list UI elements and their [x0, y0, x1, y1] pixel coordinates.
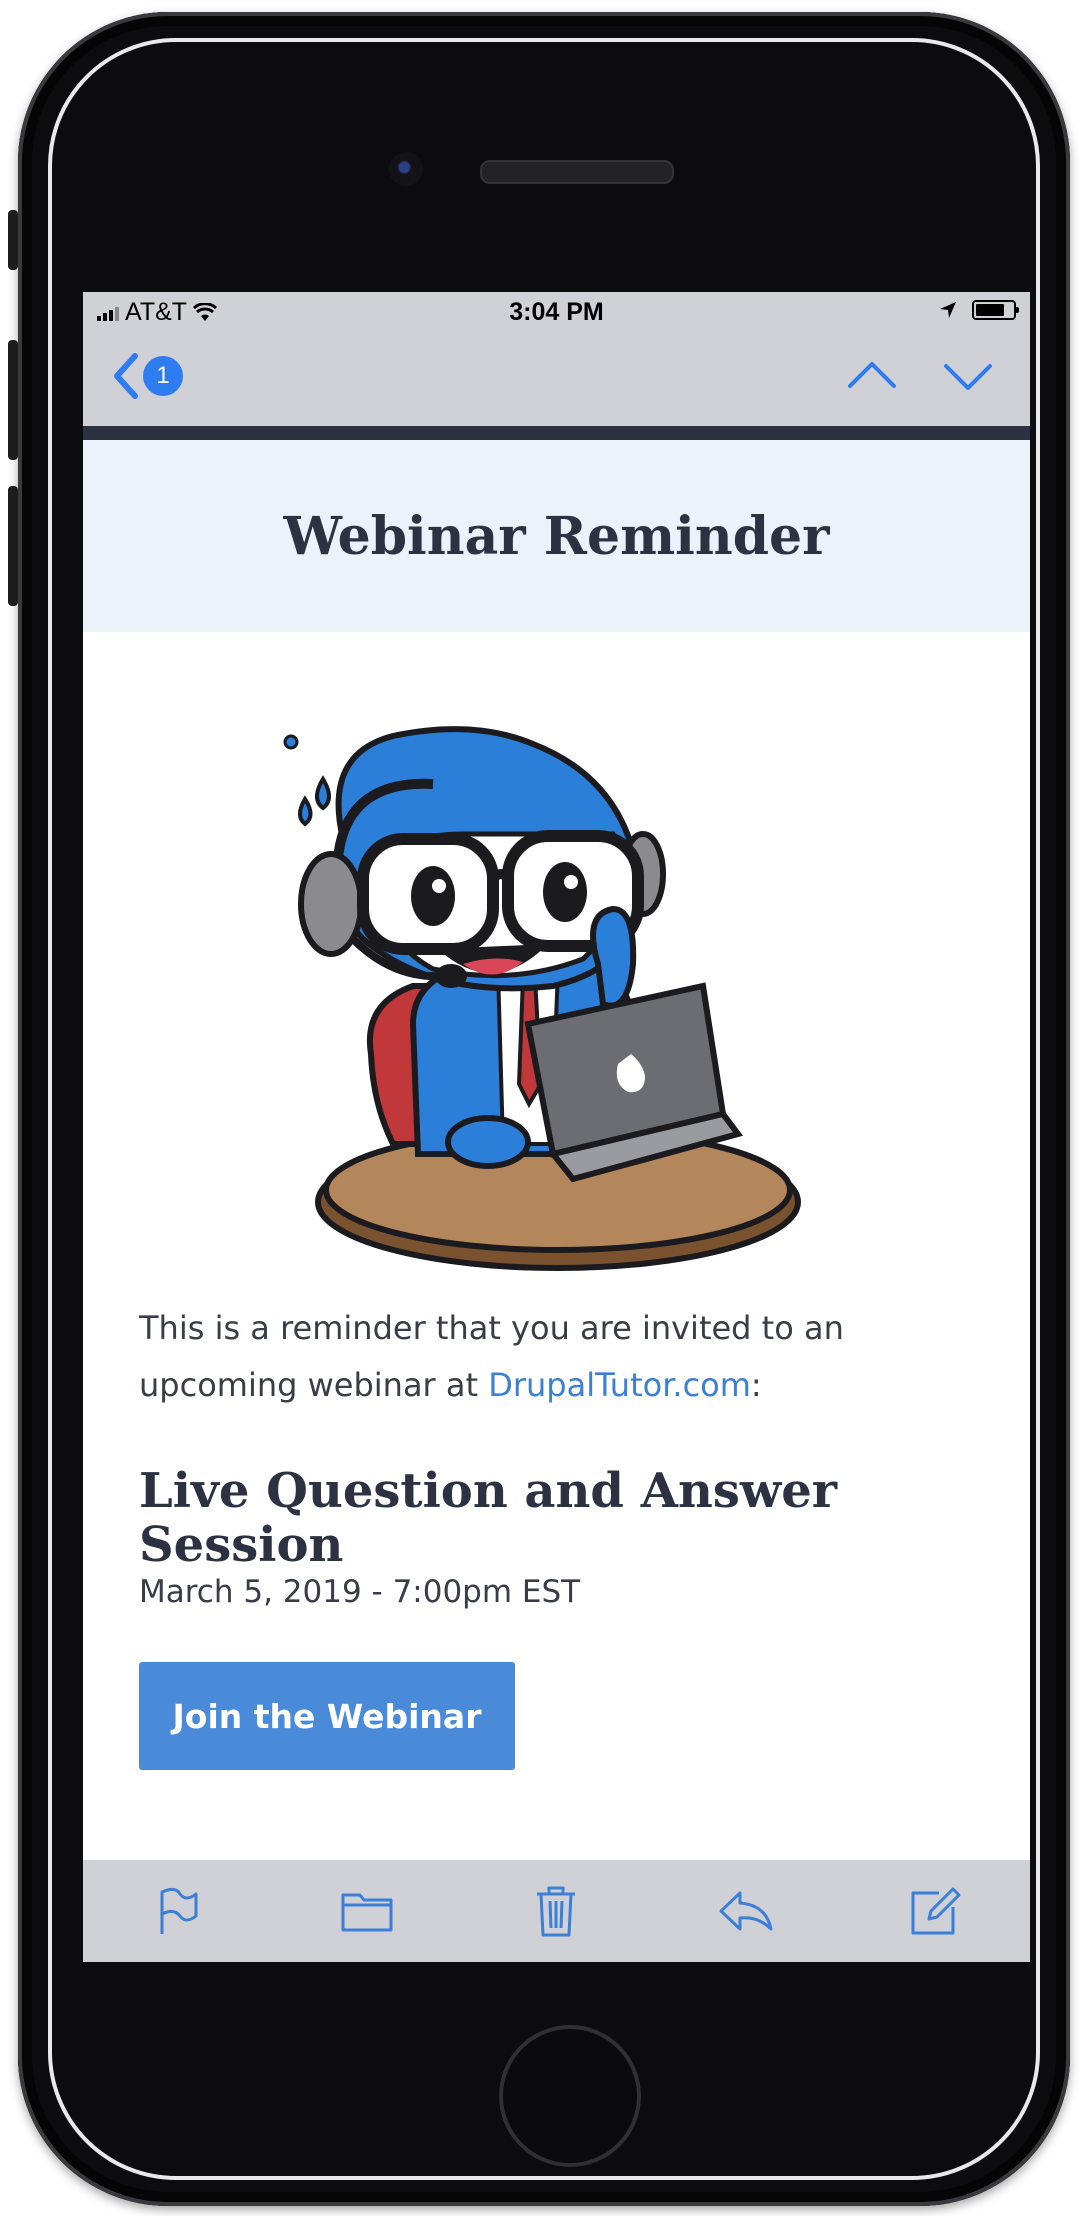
drupaltutor-link[interactable]: DrupalTutor.com	[488, 1366, 751, 1404]
webinar-date: March 5, 2019 - 7:00pm EST	[139, 1574, 581, 1610]
location-arrow-icon	[940, 302, 956, 318]
mail-toolbar	[83, 1860, 1030, 1962]
chevron-left-icon	[114, 353, 138, 399]
volume-up-button[interactable]	[8, 340, 18, 460]
mute-switch[interactable]	[8, 210, 18, 270]
volume-down-button[interactable]	[8, 486, 18, 606]
front-camera	[389, 152, 423, 186]
chevron-up-icon[interactable]	[846, 350, 898, 402]
phone-screen: AT&T 3:04 PM 1 Webinar Reminder This is …	[83, 292, 1030, 1962]
webinar-title: Live Question and Answer Session	[139, 1463, 838, 1573]
join-webinar-button[interactable]: Join the Webinar	[139, 1662, 515, 1770]
intro-suffix: :	[750, 1366, 762, 1404]
mascot-illustration	[283, 726, 801, 1271]
home-button[interactable]	[499, 2025, 641, 2167]
email-top-border	[83, 426, 1030, 440]
trash-icon[interactable]	[526, 1881, 586, 1941]
email-title: Webinar Reminder	[283, 505, 830, 567]
message-navigation	[846, 350, 994, 402]
folder-icon[interactable]	[337, 1881, 397, 1941]
battery-icon	[972, 300, 1019, 320]
status-bar: AT&T 3:04 PM	[83, 292, 1030, 332]
mail-nav-bar: 1	[83, 332, 1030, 426]
status-time: 3:04 PM	[509, 298, 604, 326]
earpiece-speaker	[480, 160, 674, 184]
email-header: Webinar Reminder	[83, 440, 1030, 632]
chevron-down-icon[interactable]	[942, 350, 994, 402]
back-button[interactable]: 1	[111, 352, 183, 400]
intro-paragraph: This is a reminder that you are invited …	[139, 1300, 969, 1414]
flag-icon[interactable]	[148, 1881, 208, 1941]
status-right	[938, 300, 1019, 320]
compose-icon[interactable]	[905, 1881, 965, 1941]
unread-count-badge: 1	[143, 356, 183, 396]
reply-icon[interactable]	[716, 1881, 776, 1941]
